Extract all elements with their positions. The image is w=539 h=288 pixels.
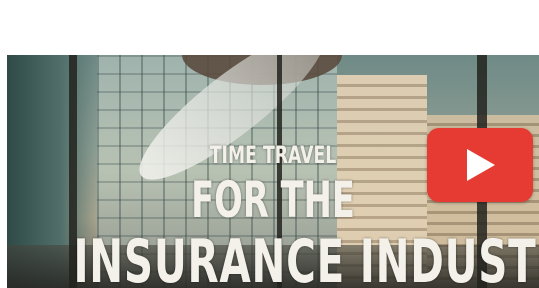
video-title-line-1: TIME TRAVEL — [209, 141, 337, 169]
play-button[interactable] — [427, 128, 533, 202]
video-title-line-2: FOR THE — [191, 171, 355, 229]
video-thumbnail[interactable]: TIME TRAVEL FOR THE INSURANCE INDUSTRY — [7, 55, 539, 288]
video-title-line-3: INSURANCE INDUSTRY — [73, 227, 539, 288]
play-icon — [467, 149, 495, 181]
